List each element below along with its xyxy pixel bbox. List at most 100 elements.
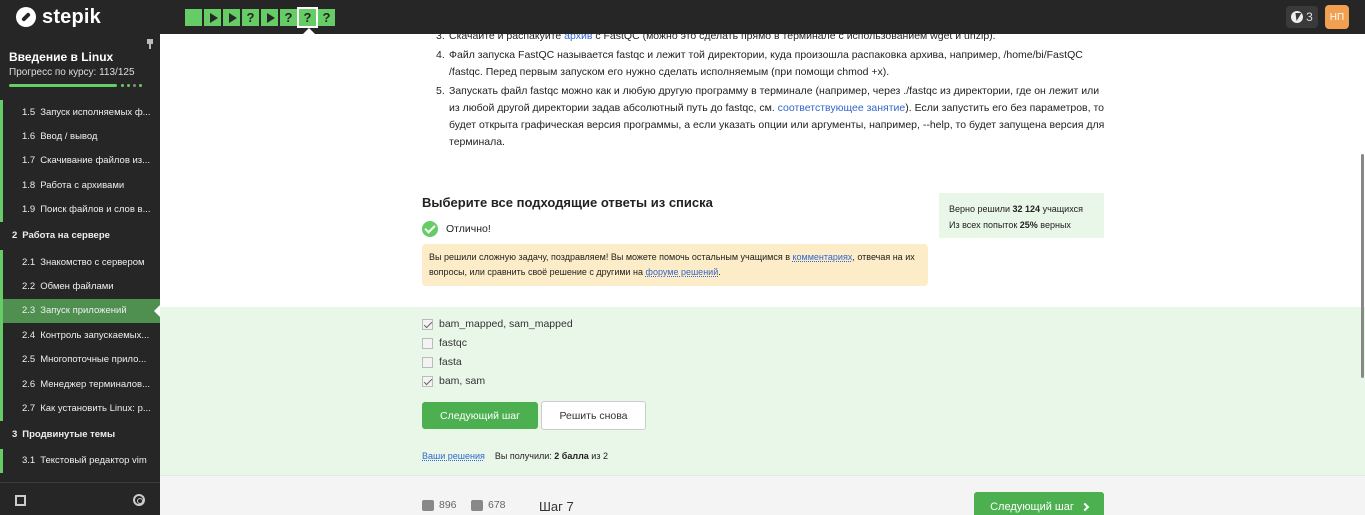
checkbox-unchecked[interactable] xyxy=(422,356,433,368)
step-label: Шаг 7 xyxy=(539,499,574,514)
step-4-quiz[interactable]: ? xyxy=(242,9,259,26)
my-solutions-link[interactable]: Ваши решения xyxy=(422,451,485,461)
checkbox-checked[interactable] xyxy=(422,318,433,330)
success-rate: 25% xyxy=(1019,220,1038,230)
answer-option[interactable]: fastqc xyxy=(422,337,467,349)
chevron-right-icon xyxy=(1080,502,1090,512)
step-1-check[interactable] xyxy=(185,9,202,26)
sidebar-item-2-7[interactable]: 2.7 Как установить Linux: р... xyxy=(0,396,160,421)
comments-link[interactable]: комментариях xyxy=(793,252,853,262)
lesson-number: 2.6 xyxy=(22,378,36,390)
pin-icon[interactable] xyxy=(146,39,154,49)
progress-dot xyxy=(121,84,124,87)
energy-counter[interactable]: 3 xyxy=(1286,6,1318,28)
checkmark-circle-icon xyxy=(422,221,438,237)
sidebar-item-2-5[interactable]: 2.5 Многопоточные прило... xyxy=(0,347,160,372)
sidebar-item-2-4[interactable]: 2.4 Контроль запускаемых... xyxy=(0,323,160,348)
footer-next-label: Следующий шаг xyxy=(990,501,1074,513)
lesson-label: Поиск файлов и слов в... xyxy=(40,204,151,216)
step-5-video[interactable] xyxy=(261,9,278,26)
notice-text: Вы решили сложную задачу, поздравляем! В… xyxy=(429,252,793,262)
instruction-text: с FastQC (можно это сделать прямо в терм… xyxy=(592,34,996,42)
energy-count: 3 xyxy=(1306,10,1313,24)
progress-dot xyxy=(139,84,142,87)
sidebar-section-3[interactable]: 3 Продвинутые темы xyxy=(0,421,160,449)
score-prefix: Вы получили: xyxy=(494,451,555,461)
lesson-label: Текстовый редактор vim xyxy=(40,455,147,467)
dislike-count: 678 xyxy=(488,499,506,511)
score-row: Ваши решения Вы получили: 2 балла из 2 xyxy=(422,451,608,461)
like-count: 896 xyxy=(439,499,457,511)
score-text: Вы получили: 2 балла из 2 xyxy=(495,451,608,461)
sidebar-item-1-6[interactable]: 1.6 Ввод / вывод xyxy=(0,124,160,149)
gear-icon[interactable] xyxy=(133,494,145,506)
like-button[interactable]: 896 xyxy=(422,499,457,511)
checkbox-unchecked[interactable] xyxy=(422,337,433,349)
sidebar-item-1-9[interactable]: 1.9 Поиск файлов и слов в... xyxy=(0,197,160,222)
stats-text: учащихся xyxy=(1040,204,1083,214)
lesson-label: Как установить Linux: р... xyxy=(40,402,151,414)
option-label: bam, sam xyxy=(439,375,486,387)
lesson-label: Запуск приложений xyxy=(40,305,127,317)
sidebar-section-2[interactable]: 2 Работа на сервере xyxy=(0,222,160,250)
task-stats: Верно решили 32 124 учащихся Из всех поп… xyxy=(939,193,1104,238)
user-avatar[interactable]: НП xyxy=(1325,5,1349,29)
stats-text: верных xyxy=(1037,220,1071,230)
course-progress-bar xyxy=(9,84,151,87)
sidebar-item-2-6[interactable]: 2.6 Менеджер терминалов... xyxy=(0,371,160,397)
course-progress-fill xyxy=(9,84,117,87)
instruction-number: 5. xyxy=(436,85,445,97)
sidebar-footer xyxy=(0,482,160,515)
instruction-item-3: 3. Скачайте и распакуйте архив с FastQC … xyxy=(436,34,1107,45)
course-sidebar: Введение в Linux Прогресс по курсу: 113/… xyxy=(0,34,160,515)
lesson-number: 2.1 xyxy=(22,256,36,268)
archive-link[interactable]: архив xyxy=(564,34,592,42)
checkbox-checked[interactable] xyxy=(422,375,433,387)
logo-text: stepik xyxy=(42,5,102,28)
next-step-button[interactable]: Следующий шаг xyxy=(422,402,538,429)
step-8-quiz[interactable]: ? xyxy=(318,9,335,26)
lesson-number: 1.5 xyxy=(22,106,36,118)
task-title: Выберите все подходящие ответы из списка xyxy=(422,195,713,210)
sidebar-item-2-1[interactable]: 2.1 Знакомство с сервером xyxy=(0,249,160,275)
answer-option[interactable]: fasta xyxy=(422,356,462,368)
lesson-number: 1.6 xyxy=(22,131,36,143)
step-3-video[interactable] xyxy=(223,9,240,26)
lesson-number: 1.8 xyxy=(22,179,36,191)
stepik-logo[interactable]: stepik xyxy=(16,6,101,28)
progress-dot xyxy=(127,84,130,87)
lesson-label: Знакомство с сервером xyxy=(40,256,145,268)
option-label: fastqc xyxy=(439,337,468,349)
solved-count-line: Верно решили 32 124 учащихся xyxy=(949,201,1094,217)
instruction-text: Скачайте и распакуйте xyxy=(449,34,565,42)
sidebar-item-1-8[interactable]: 1.8 Работа с архивами xyxy=(0,173,160,198)
score-value: 2 балла xyxy=(554,451,589,461)
step-2-video[interactable] xyxy=(204,9,221,26)
course-title[interactable]: Введение в Linux xyxy=(9,50,113,64)
sidebar-item-1-5[interactable]: 1.5 Запуск исполняемых ф... xyxy=(0,100,160,125)
success-text: Отлично! xyxy=(446,223,491,235)
lesson-label: Запуск исполняемых ф... xyxy=(40,106,151,118)
retry-button[interactable]: Решить снова xyxy=(541,401,646,430)
solutions-forum-link[interactable]: форуме решений xyxy=(646,267,719,277)
lesson-label: Работа с архивами xyxy=(40,179,125,191)
sidebar-item-2-3-active[interactable]: 2.3 Запуск приложений xyxy=(0,298,160,324)
step-7-quiz-current[interactable]: ? xyxy=(297,7,318,28)
dislike-button[interactable]: 678 xyxy=(471,499,506,511)
fullscreen-icon[interactable] xyxy=(15,495,26,506)
instruction-item-4: 4. Файл запуска FastQC называется fastqc… xyxy=(436,47,1107,81)
answer-option[interactable]: bam_mapped, sam_mapped xyxy=(422,318,573,330)
lesson-reference-link[interactable]: соответствующее занятие xyxy=(778,102,906,114)
sidebar-item-3-1[interactable]: 3.1 Текстовый редактор vim xyxy=(0,448,160,474)
option-label: bam_mapped, sam_mapped xyxy=(439,318,573,330)
scrollbar[interactable] xyxy=(1361,154,1364,378)
sidebar-item-2-2[interactable]: 2.2 Обмен файлами xyxy=(0,274,160,299)
answer-area xyxy=(160,307,1365,475)
step-6-quiz[interactable]: ? xyxy=(280,9,297,26)
instruction-number: 3. xyxy=(436,34,445,42)
lesson-steps: ? ? ? ? xyxy=(185,7,335,28)
answer-option[interactable]: bam, sam xyxy=(422,375,485,387)
instruction-number: 4. xyxy=(436,49,445,61)
sidebar-item-1-7[interactable]: 1.7 Скачивание файлов из... xyxy=(0,148,160,174)
footer-next-step-button[interactable]: Следующий шаг xyxy=(974,492,1104,515)
